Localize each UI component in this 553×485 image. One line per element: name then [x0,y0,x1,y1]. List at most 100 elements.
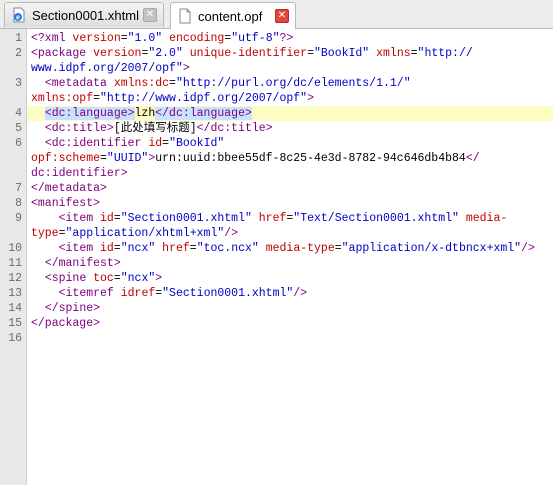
code-token: <item [58,242,101,255]
code-line[interactable]: <package version = "2.0" unique-identifier… [27,46,553,61]
code-token: = [120,32,128,45]
code-token: "application/x-dtbncx+xml" [341,242,522,255]
code-line[interactable]: <manifest> [27,196,553,211]
code-token: www.idpf.org/2007/opf" [31,62,183,75]
code-token: unique-identifier [189,47,308,60]
code-token: "Text/Section0001.xhtml" [293,212,459,225]
code-line[interactable]: <metadata xmlns:dc="http://purl.org/dc/e… [27,76,553,91]
code-token: "ncx" [120,272,156,285]
code-editor[interactable]: 1 2 3 4 5 6 7 8 9 10 11 12 13 14 15 16 <?xml version="1… [0,29,553,485]
code-line[interactable] [27,331,553,346]
code-token: = [307,47,314,60]
code-line-text: <item id="ncx" href="toc.ncx" media-type… [31,241,535,256]
code-line[interactable]: <dc:title>[此处填写标题]</dc:title> [27,121,553,136]
code-token: "Section0001.xhtml" [120,212,252,225]
code-line[interactable]: dc:identifier> [27,166,553,181]
code-token: "toc.ncx" [196,242,259,255]
xhtml-file-icon: e [12,7,26,23]
code-token: href [162,242,190,255]
code-token: <package [31,47,94,60]
line-number: 11 [8,257,22,270]
code-token: [此处填写标题] [113,122,197,135]
tab-label: content.opf [198,8,263,24]
code-line-text: xmlns:opf="http://www.idpf.org/2007/opf"… [31,91,314,106]
code-token: </ [465,152,480,165]
code-line[interactable]: </manifest> [27,256,553,271]
code-token: <metadata [44,77,114,90]
code-line-text: <dc:identifier id="BookId" [31,136,224,151]
code-token: media-type [265,242,335,255]
code-token: = [93,92,101,105]
code-token: "http:// [417,47,473,60]
close-icon[interactable]: ✕ [143,8,157,22]
code-token: /> [521,242,535,255]
code-token: = [334,242,342,255]
code-line[interactable]: type="application/xhtml+xml"/> [27,226,553,241]
code-line[interactable]: opf:scheme="UUID">urn:uuid:bbee55df-8c25… [27,151,553,166]
tab-bar: e Section0001.xhtml ✕ content.opf ✕ [0,0,553,29]
code-line[interactable]: <dc:language>lzh</dc:language> [27,106,553,121]
code-line[interactable]: </package> [27,316,553,331]
code-token: "application/xhtml+xml" [65,227,225,240]
code-line[interactable]: <spine toc="ncx"> [27,271,553,286]
code-token: "2.0" [148,47,183,60]
code-line[interactable]: <item id="ncx" href="toc.ncx" media-type… [27,241,553,256]
code-line[interactable]: xmlns:opf="http://www.idpf.org/2007/opf"… [27,91,553,106]
line-number: 5 [15,122,22,135]
close-icon[interactable]: ✕ [275,9,289,23]
code-line[interactable]: <dc:identifier id="BookId" [27,136,553,151]
code-token: "Section0001.xhtml" [162,287,294,300]
code-token: idref [120,287,156,300]
code-token: "ncx" [120,242,156,255]
code-token: toc [93,272,114,285]
code-area[interactable]: <?xml version="1.0" encoding="utf-8"?> <p… [27,29,553,485]
code-token: version [72,32,121,45]
code-line[interactable]: www.idpf.org/2007/opf"> [27,61,553,76]
code-line[interactable]: <?xml version="1.0" encoding="utf-8"?> [27,31,553,46]
code-token: /> [224,227,239,240]
document-icon [178,8,192,24]
code-token: <dc:title> [44,122,114,135]
code-token: > [182,62,190,75]
code-token: <dc:identifier [44,137,149,150]
code-token: > [155,272,163,285]
code-line[interactable]: <itemref idref="Section0001.xhtml"/> [27,286,553,301]
tab-section0001[interactable]: e Section0001.xhtml ✕ [4,2,164,27]
code-token: </spine> [44,302,101,315]
code-token: = [113,272,121,285]
code-line[interactable]: </spine> [27,301,553,316]
line-number: 14 [8,302,22,315]
code-token: = [113,212,121,225]
code-line-text: <dc:language>lzh</dc:language> [31,106,252,121]
code-token: opf:scheme [31,152,101,165]
code-token: "1.0" [127,32,163,45]
code-line-text: <?xml version="1.0" encoding="utf-8"?> [31,31,293,46]
line-number: 15 [8,317,22,330]
code-line-text: <metadata xmlns:dc="http://purl.org/dc/e… [31,76,411,91]
code-line-text: <manifest> [31,196,100,211]
code-token: xmlns [376,47,411,60]
code-token: = [410,47,418,60]
code-token: > [307,92,314,105]
code-line[interactable]: <item id="Section0001.xhtml" href="Text/… [27,211,553,226]
code-token: </dc:language> [155,107,252,120]
line-number: 10 [8,242,22,255]
code-line[interactable]: </metadata> [27,181,553,196]
code-token: <manifest> [31,197,101,210]
tab-content-opf[interactable]: content.opf ✕ [170,2,296,29]
code-token: href [258,212,287,225]
code-line-text: <package version = "2.0" unique-identifier… [31,46,473,61]
code-line-text: type="application/xhtml+xml"/> [31,226,238,241]
line-number: 8 [15,197,22,210]
code-token: <item [58,212,101,225]
